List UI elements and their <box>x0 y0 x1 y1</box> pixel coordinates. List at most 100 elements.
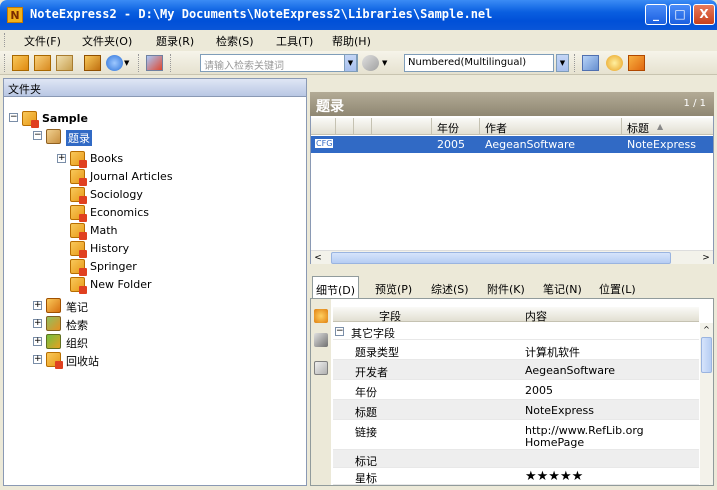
column-divider <box>353 118 354 135</box>
menu-tools[interactable]: 工具(T) <box>276 33 313 49</box>
tab-notes[interactable]: 笔记(N) <box>540 278 585 298</box>
toolbar-separator <box>170 54 172 72</box>
search-settings-icon[interactable] <box>362 55 379 71</box>
new-reference-icon[interactable] <box>12 55 29 71</box>
detail-row[interactable]: 星标 ★★★★★ <box>333 468 699 485</box>
scroll-right-arrow-icon[interactable]: > <box>699 252 713 264</box>
scrollbar-thumb[interactable] <box>701 337 712 373</box>
tab-attachments[interactable]: 附件(K) <box>484 278 528 298</box>
vertical-scrollbar[interactable]: ^ <box>700 323 713 485</box>
online-search-icon[interactable] <box>106 55 123 71</box>
close-button[interactable]: X <box>693 4 715 25</box>
column-title[interactable]: 标题 <box>627 120 649 136</box>
url-value-line2: HomePage <box>525 436 585 449</box>
tab-preview[interactable]: 预览(P) <box>372 278 415 298</box>
word-plugin-icon[interactable] <box>582 55 599 71</box>
menu-file[interactable]: 文件(F) <box>24 33 61 49</box>
menu-grip <box>4 33 7 47</box>
references-folder-icon <box>46 129 61 144</box>
lock-icon[interactable] <box>314 309 328 323</box>
page-indicator: 1 / 1 <box>683 98 706 109</box>
detail-row[interactable]: 开发者 AegeanSoftware <box>333 360 699 380</box>
expand-toggle[interactable]: − <box>33 131 42 140</box>
column-divider <box>335 118 336 135</box>
expand-toggle[interactable]: + <box>33 319 42 328</box>
import-icon[interactable] <box>84 55 101 71</box>
menu-references[interactable]: 题录(R) <box>156 33 194 49</box>
tab-summary[interactable]: 综述(S) <box>428 278 472 298</box>
expand-toggle[interactable]: + <box>33 355 42 364</box>
horizontal-scrollbar[interactable]: < > <box>311 250 713 264</box>
title-bar: N NoteExpress2 - D:\My Documents\NoteExp… <box>0 0 717 30</box>
open-folder-icon[interactable] <box>314 333 328 347</box>
expand-toggle[interactable]: + <box>33 337 42 346</box>
reference-row[interactable]: CFG 2005 AegeanSoftware NoteExpress <box>311 136 713 153</box>
copy-icon[interactable] <box>314 361 328 375</box>
detail-column-header: 字段 内容 <box>333 307 699 323</box>
reference-author: AegeanSoftware <box>485 138 576 151</box>
folder-icon <box>70 223 87 240</box>
expand-toggle[interactable]: + <box>33 301 42 310</box>
search-settings-dropdown-icon[interactable]: ▼ <box>382 55 390 71</box>
menu-search[interactable]: 检索(S) <box>216 33 254 49</box>
scroll-up-arrow-icon[interactable]: ^ <box>700 323 713 336</box>
app-icon: N <box>7 7 23 23</box>
reference-list-header: 题录 1 / 1 <box>310 92 714 116</box>
menu-help[interactable]: 帮助(H) <box>332 33 371 49</box>
folder-icon <box>70 277 87 294</box>
expand-toggle[interactable]: − <box>9 113 18 122</box>
folder-icon <box>70 187 87 204</box>
help-icon[interactable] <box>628 55 645 71</box>
column-divider <box>621 118 622 135</box>
detail-row[interactable]: 年份 2005 <box>333 380 699 400</box>
minimize-button[interactable]: _ <box>645 4 667 25</box>
group-row[interactable]: − 其它字段 <box>333 323 699 340</box>
detail-row[interactable]: 标题 NoteExpress <box>333 400 699 420</box>
column-author[interactable]: 作者 <box>485 120 507 136</box>
toolbar-grip <box>4 54 6 72</box>
detail-row[interactable]: 链接 http://www.RefLib.org HomePage <box>333 420 699 450</box>
scrollbar-thumb[interactable] <box>331 252 671 264</box>
duplicate-search-icon[interactable] <box>146 55 163 71</box>
scroll-left-arrow-icon[interactable]: < <box>311 252 325 264</box>
star-rating[interactable]: ★★★★★ <box>525 469 583 484</box>
folder-icon <box>70 169 87 186</box>
toolbar-separator <box>138 54 140 72</box>
maximize-button[interactable]: □ <box>669 4 691 25</box>
library-icon <box>22 111 39 128</box>
folder-icon <box>70 205 87 222</box>
tab-details[interactable]: 细节(D) <box>312 276 360 298</box>
delete-reference-icon[interactable] <box>56 55 73 71</box>
detail-row[interactable]: 标记 <box>333 450 699 468</box>
column-divider <box>479 118 480 135</box>
menu-folder[interactable]: 文件夹(O) <box>82 33 132 49</box>
online-search-dropdown-icon[interactable]: ▼ <box>124 55 132 71</box>
folder-panel-header: 文件夹 <box>4 79 306 97</box>
tab-location[interactable]: 位置(L) <box>596 278 639 298</box>
reference-year: 2005 <box>437 138 465 151</box>
collapse-toggle[interactable]: − <box>335 327 344 336</box>
column-field: 字段 <box>379 310 401 323</box>
search-dropdown-arrow[interactable]: ▼ <box>344 54 357 72</box>
reference-title: NoteExpress <box>627 138 696 151</box>
folder-icon <box>70 241 87 258</box>
folder-icon <box>70 151 87 168</box>
window-title: NoteExpress2 - D:\My Documents\NoteExpre… <box>30 7 493 21</box>
output-style-dropdown-arrow[interactable]: ▼ <box>556 54 569 72</box>
detail-row[interactable]: 题录类型 计算机软件 <box>333 340 699 360</box>
tips-icon[interactable] <box>606 55 623 71</box>
edit-reference-icon[interactable] <box>34 55 51 71</box>
expand-toggle[interactable]: + <box>57 154 66 163</box>
search-input[interactable]: 请输入检索关键词 <box>200 54 358 72</box>
menu-bar: 文件(F) 文件夹(O) 题录(R) 检索(S) 工具(T) 帮助(H) <box>0 30 717 50</box>
reference-list-title: 题录 <box>316 99 344 115</box>
recycle-bin-icon <box>46 352 63 369</box>
toolbar-separator <box>574 54 576 72</box>
organize-icon <box>46 334 61 349</box>
detail-side-toolbar <box>311 299 331 485</box>
reference-column-header: 年份 作者 标题 ▲ <box>311 118 713 135</box>
reference-type-icon: CFG <box>315 139 334 148</box>
column-year[interactable]: 年份 <box>437 120 459 136</box>
column-content: 内容 <box>525 310 547 323</box>
output-style-select[interactable]: Numbered(Multilingual) <box>404 54 554 72</box>
